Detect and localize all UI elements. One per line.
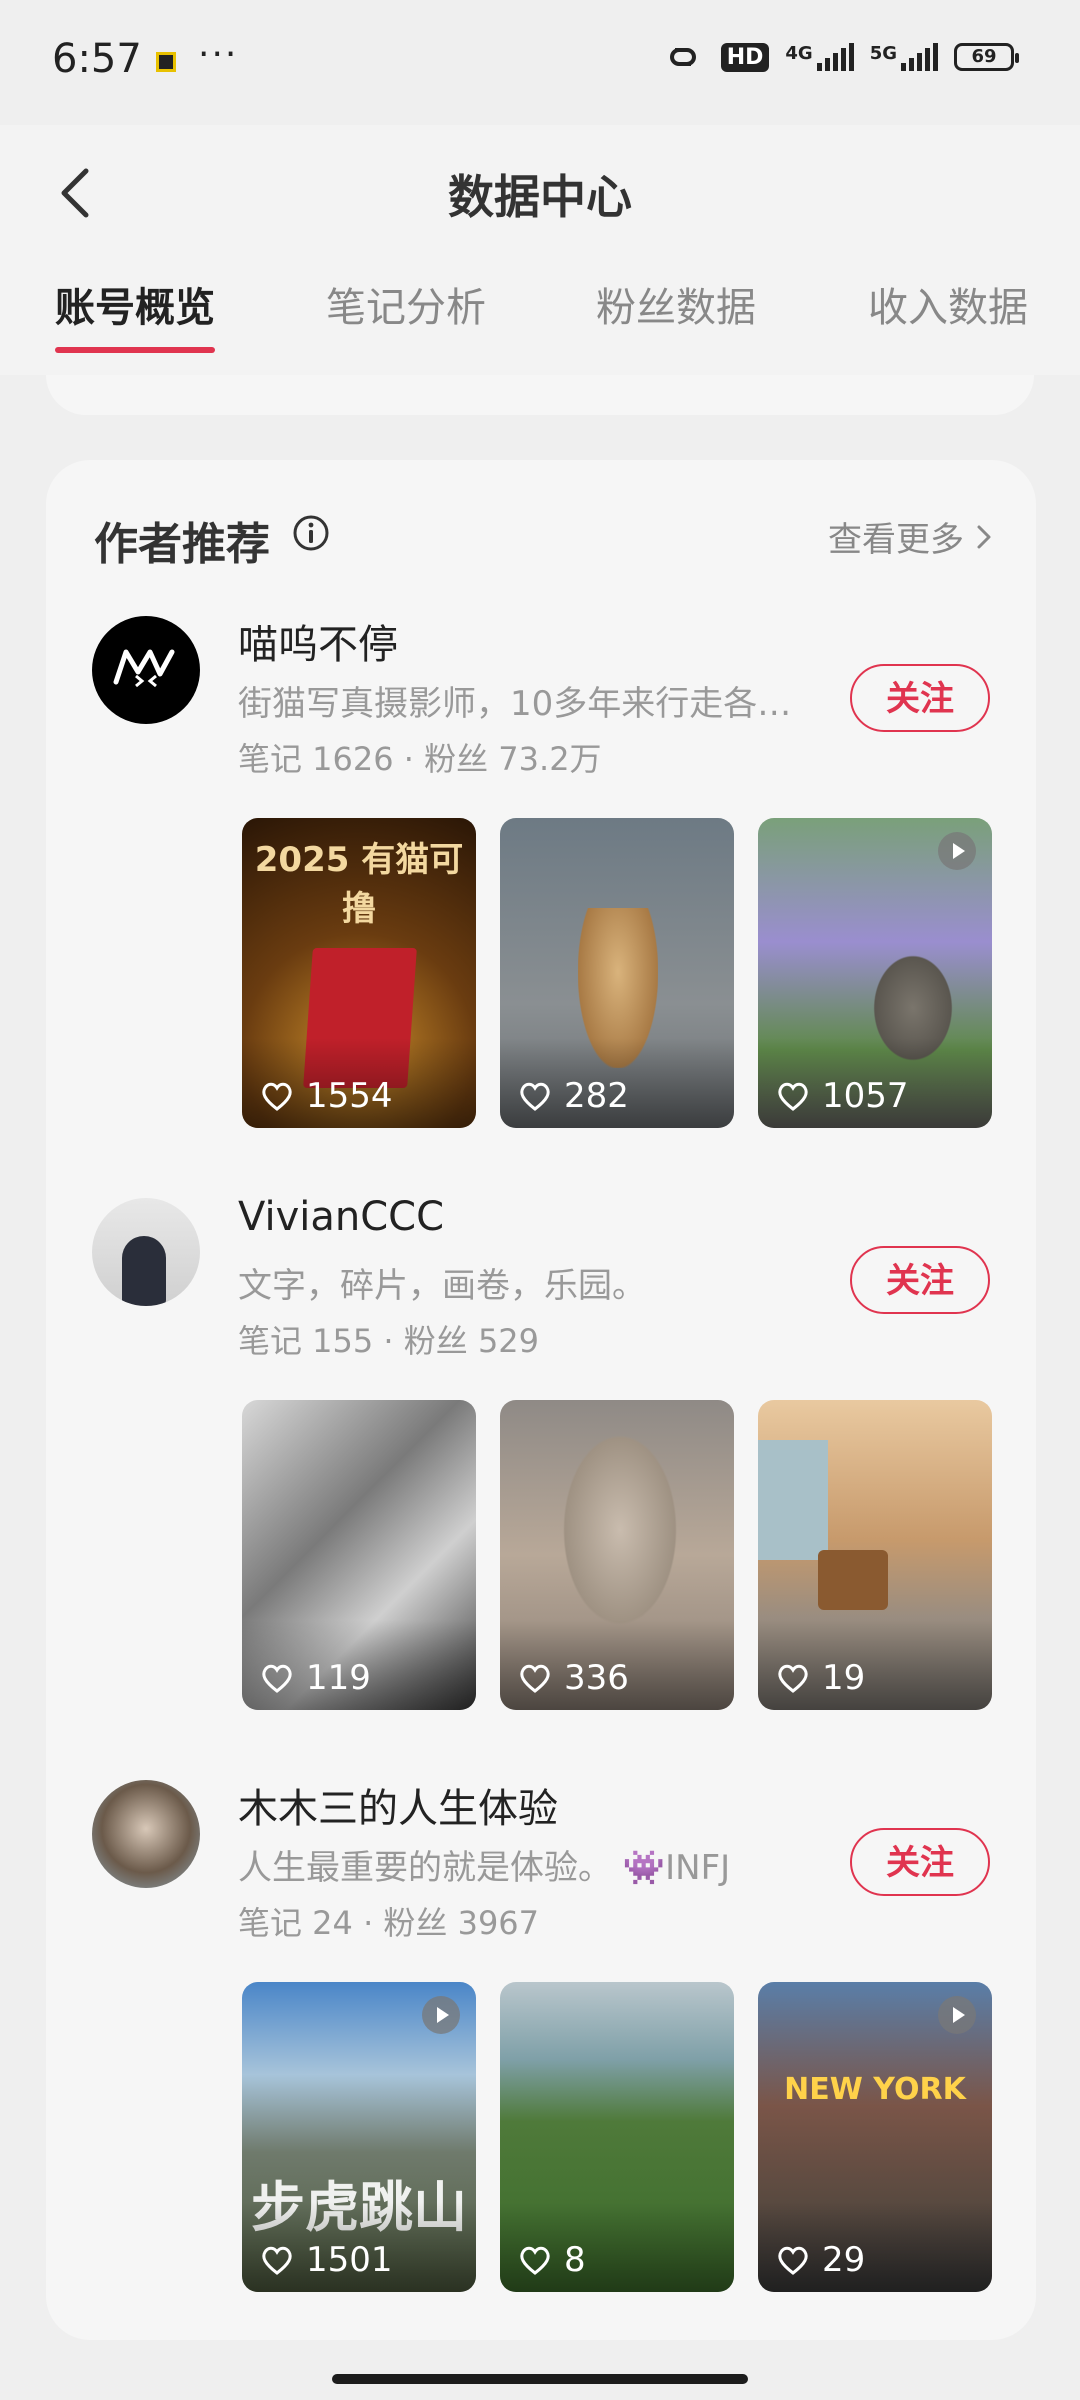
post-thumbnail[interactable]: 336 [500,1400,734,1710]
likes-count: 8 [564,2240,586,2280]
video-play-icon [422,1996,460,2034]
likes-count: 282 [564,1076,629,1116]
post-thumbnail[interactable]: 119 [242,1400,476,1710]
likes-count: 19 [822,1658,866,1698]
post-thumbnail[interactable]: 2025 有猫可撸 1554 [242,818,476,1128]
follow-button[interactable]: 关注 [850,1246,990,1314]
link-icon [669,48,696,66]
likes-count: 119 [306,1658,371,1698]
chevron-right-icon [977,525,991,548]
post-likes: 1501 [260,2240,393,2280]
video-play-icon [938,1996,976,2034]
post-likes: 29 [776,2240,865,2280]
post-thumbnail[interactable]: 8 [500,1982,734,2292]
likes-count: 29 [822,2240,866,2280]
author-stats: 笔记 155 · 粉丝 529 [238,1322,540,1360]
active-tab-indicator [55,347,215,353]
post-thumbnail[interactable]: 19 [758,1400,992,1710]
heart-icon [520,2246,550,2275]
previous-card-bottom [46,375,1034,415]
author-desc: 街猫写真摄影师，10多年来行走各地... [238,684,818,724]
signal-5g-icon: 5G [870,43,938,71]
tab-income-data[interactable]: 收入数据 [868,275,1028,333]
status-bar: 6:57 ··· HD 4G 5G 69 [0,0,1080,125]
heart-icon [778,2246,808,2275]
post-likes: 19 [776,1658,865,1698]
author-item: 喵呜不停 街猫写真摄影师，10多年来行走各地... 笔记 1626 · 粉丝 7… [46,616,1036,1196]
home-indicator[interactable] [332,2374,748,2384]
follow-button[interactable]: 关注 [850,1828,990,1896]
heart-icon [262,2246,292,2275]
heart-icon [520,1082,550,1111]
post-overlay-text: 2025 有猫可撸 [254,840,464,929]
post-likes: 1057 [776,1076,909,1116]
signal-5g-label: 5G [869,43,897,64]
tab-account-overview[interactable]: 账号概览 [55,275,215,333]
post-thumbnails: 步虎跳山 1501 8 NEW YORK [242,1982,992,2292]
author-name[interactable]: 木木三的人生体验 [238,1776,558,1834]
likes-count: 1057 [822,1076,909,1116]
heart-icon [262,1664,292,1693]
heart-icon [262,1082,292,1111]
post-likes: 336 [518,1658,629,1698]
likes-count: 336 [564,1658,629,1698]
heart-icon [520,1664,550,1693]
follow-button[interactable]: 关注 [850,664,990,732]
author-recommend-card: 作者推荐 查看更多 喵呜不停 街猫写真摄影师，10多年来行走各地... 笔记 1… [46,460,1036,2340]
avatar[interactable] [92,1780,200,1888]
signal-4g-icon: 4G [785,43,854,71]
heart-icon [778,1082,808,1111]
post-thumbnail[interactable]: 步虎跳山 1501 [242,1982,476,2292]
post-likes: 8 [518,2240,586,2280]
author-item: VivianCCC 文字，碎片，画卷，乐园。 笔记 155 · 粉丝 529 关… [46,1194,1036,1778]
post-likes: 282 [518,1076,629,1116]
post-thumbnail[interactable]: 282 [500,818,734,1128]
author-desc: 文字，碎片，画卷，乐园。 [238,1266,646,1306]
post-thumbnail[interactable]: NEW YORK 29 [758,1982,992,2292]
post-thumbnails: 119 336 19 [242,1400,992,1710]
post-overlay-text: NEW YORK [784,2072,966,2107]
info-icon[interactable] [292,514,330,552]
author-name[interactable]: VivianCCC [238,1194,444,1240]
author-stats: 笔记 1626 · 粉丝 73.2万 [238,740,602,778]
author-desc: 人生最重要的就是体验。 👾INFJ [238,1848,731,1888]
post-thumbnails: 2025 有猫可撸 1554 282 1057 [242,818,992,1128]
author-item: 木木三的人生体验 人生最重要的就是体验。 👾INFJ 笔记 24 · 粉丝 39… [46,1780,1036,2360]
post-likes: 119 [260,1658,371,1698]
avatar[interactable] [92,1198,200,1306]
tab-notes-analysis[interactable]: 笔记分析 [326,275,486,333]
section-title: 作者推荐 [94,519,270,570]
signal-4g-label: 4G [785,43,813,64]
battery-icon: 69 [954,43,1019,71]
status-time: 6:57 [52,36,142,82]
likes-count: 1501 [306,2240,393,2280]
author-stats: 笔记 24 · 粉丝 3967 [238,1904,540,1942]
more-notifications-icon: ··· [198,34,239,75]
author-name[interactable]: 喵呜不停 [238,612,398,670]
tab-fans-data[interactable]: 粉丝数据 [596,275,756,333]
avatar[interactable] [92,616,200,724]
page-title: 数据中心 [448,170,632,224]
post-likes: 1554 [260,1076,393,1116]
header: 数据中心 账号概览 笔记分析 粉丝数据 收入数据 [0,125,1080,375]
video-play-icon [938,832,976,870]
view-more-link[interactable]: 查看更多 [828,512,992,561]
sim-icon [156,52,176,72]
view-more-label: 查看更多 [828,520,964,560]
post-thumbnail[interactable]: 1057 [758,818,992,1128]
heart-icon [778,1664,808,1693]
likes-count: 1554 [306,1076,393,1116]
hd-voice-icon: HD [720,42,770,72]
